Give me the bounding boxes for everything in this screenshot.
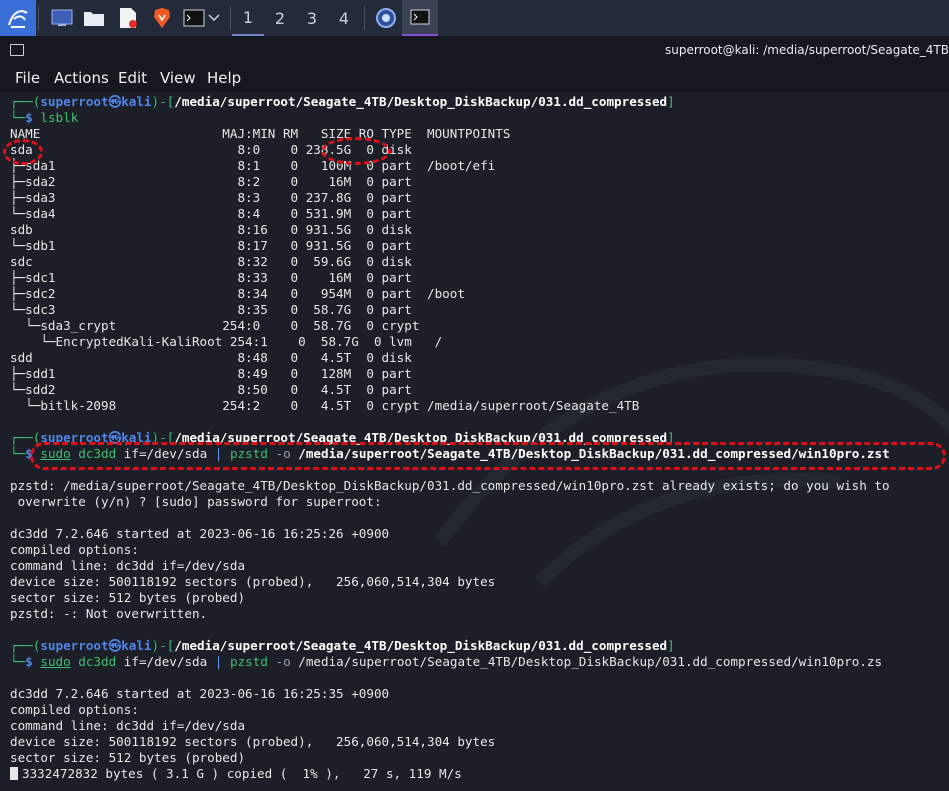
output-line: command line: dc3dd if=/dev/sda bbox=[10, 558, 246, 573]
lsblk-row: ├─sda1 8:1 0 100M 0 part /boot/efi bbox=[10, 158, 496, 173]
prompt-line: ┌──(superroot㉿kali)-[/media/superroot/Se… bbox=[10, 430, 675, 445]
command-line: └─$ sudo dc3dd if=/dev/sda | pzstd -o /m… bbox=[10, 654, 883, 669]
taskbar-separator bbox=[38, 6, 39, 30]
lsblk-row: sdb 8:16 0 931.5G 0 disk bbox=[10, 222, 412, 237]
output-line: pzstd: -: Not overwritten. bbox=[10, 606, 208, 621]
menu-view[interactable]: View bbox=[160, 69, 196, 87]
lsblk-row: └─sdd2 8:50 0 4.5T 0 part bbox=[10, 382, 412, 397]
terminal-window-icon bbox=[10, 44, 24, 56]
taskbar-separator bbox=[230, 6, 231, 30]
lsblk-row: └─bitlk-2098 254:2 0 4.5T 0 crypt /media… bbox=[10, 398, 640, 413]
output-line: dc3dd 7.2.646 started at 2023-06-16 16:2… bbox=[10, 686, 390, 701]
command-lsblk: lsblk bbox=[40, 110, 79, 125]
window-title: superroot@kali: /media/superroot/Seagate… bbox=[664, 43, 949, 57]
workspace-2[interactable]: 2 bbox=[264, 0, 296, 36]
prompt-path: /media/superroot/Seagate_4TB/Desktop_Dis… bbox=[174, 94, 668, 109]
window-titlebar: superroot@kali: /media/superroot/Seagate… bbox=[0, 36, 949, 64]
output-line: sector size: 512 bytes (probed) bbox=[10, 750, 246, 765]
output-line: compiled options: bbox=[10, 542, 139, 557]
prompt-line: ┌──(superroot㉿kali)-[/media/superroot/Se… bbox=[10, 638, 675, 653]
menu-edit[interactable]: Edit bbox=[118, 69, 147, 87]
output-line: sector size: 512 bytes (probed) bbox=[10, 590, 246, 605]
command-line: └─$ sudo dc3dd if=/dev/sda | pzstd -o /m… bbox=[10, 446, 890, 461]
menu-file[interactable]: File bbox=[15, 69, 40, 87]
lsblk-row: ├─sdc1 8:33 0 16M 0 part bbox=[10, 270, 412, 285]
terminal-app-icon[interactable] bbox=[402, 0, 438, 36]
menu-help[interactable]: Help bbox=[207, 69, 241, 87]
lsblk-row: └─sda4 8:4 0 531.9M 0 part bbox=[10, 206, 412, 221]
lsblk-row: sdd 8:48 0 4.5T 0 disk bbox=[10, 350, 412, 365]
text-cursor bbox=[10, 767, 18, 780]
lsblk-header: NAME MAJ:MIN RM SIZE RO TYPE MOUNTPOINTS bbox=[10, 126, 511, 141]
output-line: pzstd: /media/superroot/Seagate_4TB/Desk… bbox=[10, 478, 890, 493]
lsblk-row: ├─sda2 8:2 0 16M 0 part bbox=[10, 174, 412, 189]
kali-menu-icon[interactable] bbox=[0, 0, 36, 36]
lsblk-row: ├─sdd1 8:49 0 128M 0 part bbox=[10, 366, 412, 381]
lsblk-row: ├─sdc2 8:34 0 954M 0 part /boot bbox=[10, 286, 465, 301]
lsblk-row: └─sda3_crypt 254:0 0 58.7G 0 crypt bbox=[10, 318, 420, 333]
menu-actions[interactable]: Actions bbox=[54, 69, 109, 87]
output-line: compiled options: bbox=[10, 702, 139, 717]
command-line: └─$ lsblk bbox=[10, 110, 79, 125]
workspace-4[interactable]: 4 bbox=[328, 0, 360, 36]
output-line: dc3dd 7.2.646 started at 2023-06-16 16:2… bbox=[10, 526, 390, 541]
taskbar-separator bbox=[364, 6, 365, 30]
files-icon[interactable] bbox=[76, 0, 112, 36]
scrollbar[interactable] bbox=[943, 92, 949, 791]
lsblk-row: └─sdc3 8:35 0 58.7G 0 part bbox=[10, 302, 412, 317]
desktop-icon[interactable] bbox=[44, 0, 80, 36]
kali-app-icon[interactable] bbox=[368, 0, 404, 36]
output-line: overwrite (y/n) ? [sudo] password for su… bbox=[10, 494, 382, 509]
terminal-output[interactable]: ┌──(superroot㉿kali)-[/media/superroot/Se… bbox=[0, 92, 949, 791]
text-editor-icon[interactable] bbox=[110, 0, 146, 36]
chevron-down-icon[interactable] bbox=[204, 0, 224, 36]
workspace-1[interactable]: 1 bbox=[232, 0, 264, 36]
menu-bar: File Actions Edit View Help bbox=[0, 64, 949, 92]
progress-line: 3332472832 bytes ( 3.1 G ) copied ( 1% )… bbox=[10, 766, 462, 782]
prompt-user: superroot bbox=[40, 94, 109, 109]
workspace-3[interactable]: 3 bbox=[296, 0, 328, 36]
output-line: command line: dc3dd if=/dev/sda bbox=[10, 718, 246, 733]
lsblk-row: └─EncryptedKali-KaliRoot 254:1 0 58.7G 0… bbox=[10, 334, 443, 349]
lsblk-row: ├─sda3 8:3 0 237.8G 0 part bbox=[10, 190, 412, 205]
output-line: device size: 500118192 sectors (probed),… bbox=[10, 734, 496, 749]
prompt-line: ┌──(superroot㉿kali)-[/media/superroot/Se… bbox=[10, 94, 675, 109]
lsblk-row: sda 8:0 0 238.5G 0 disk bbox=[10, 142, 412, 157]
lsblk-row: sdc 8:32 0 59.6G 0 disk bbox=[10, 254, 412, 269]
progress-text: 3332472832 bytes ( 3.1 G ) copied ( 1% )… bbox=[22, 766, 462, 781]
output-line: device size: 500118192 sectors (probed),… bbox=[10, 574, 496, 589]
lsblk-row: └─sdb1 8:17 0 931.5G 0 part bbox=[10, 238, 412, 253]
brave-browser-icon[interactable] bbox=[144, 0, 180, 36]
taskbar: 1 2 3 4 bbox=[0, 0, 949, 36]
